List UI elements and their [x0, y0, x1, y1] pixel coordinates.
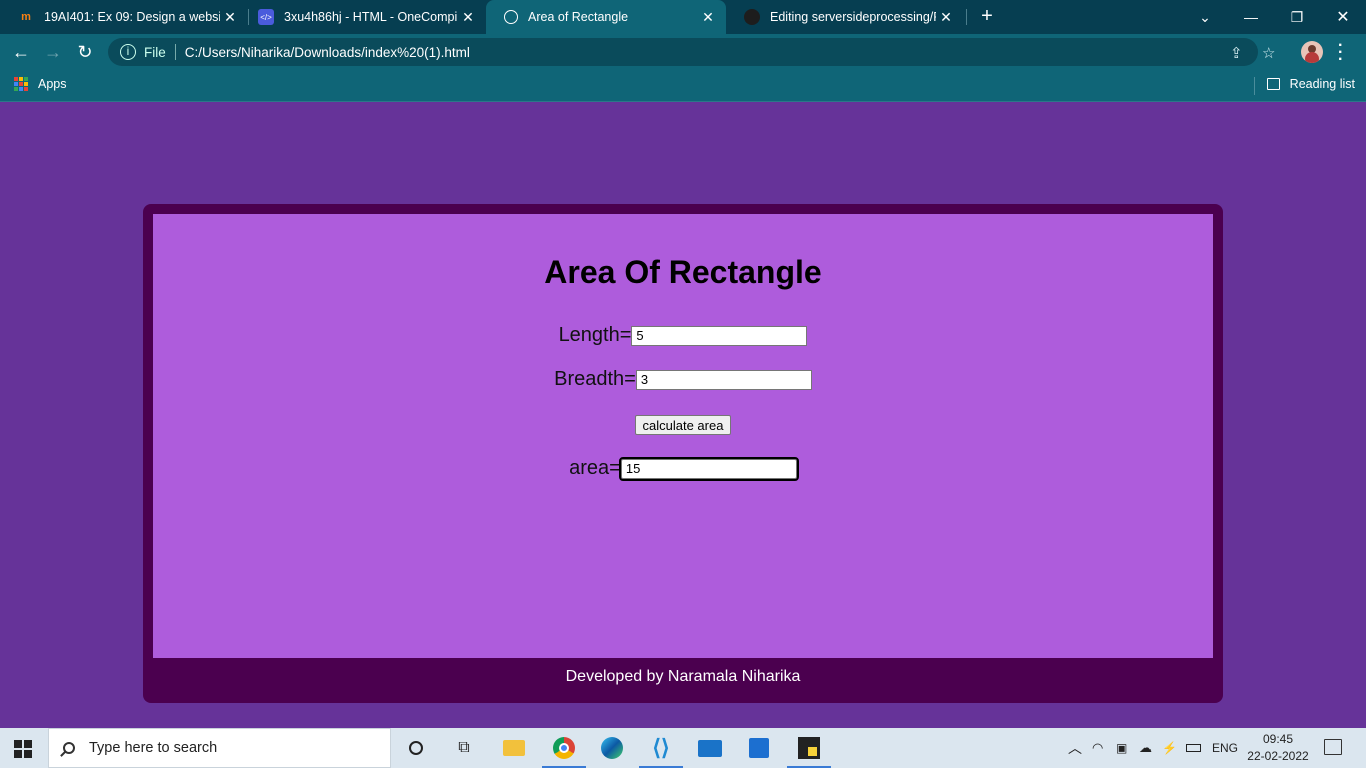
reading-list-button[interactable]: Reading list: [1266, 77, 1355, 91]
tab-moodle[interactable]: m 19AI401: Ex 09: Design a website ✕: [0, 0, 248, 34]
system-clock[interactable]: 09:45 22-02-2022: [1243, 731, 1313, 765]
windows-taskbar: Type here to search ⧉ ⟨⟩ ︿ ◠ ▣ ☁ ⚡ ENG 0…: [0, 728, 1366, 768]
onedrive-icon[interactable]: ☁: [1139, 728, 1152, 768]
close-icon[interactable]: ✕: [936, 9, 956, 26]
search-icon: [63, 742, 75, 754]
tab-title: 19AI401: Ex 09: Design a website: [44, 10, 220, 24]
mail-icon[interactable]: [686, 728, 734, 768]
cortana-icon[interactable]: [392, 728, 440, 768]
language-indicator[interactable]: ENG: [1212, 728, 1238, 768]
reading-list-icon: [1266, 78, 1280, 90]
notification-center-icon[interactable]: [1324, 739, 1342, 755]
chrome-icon[interactable]: [540, 728, 588, 768]
breadth-row: Breadth=: [153, 368, 1213, 391]
share-icon[interactable]: ⇪: [1230, 44, 1243, 62]
store-icon[interactable]: [735, 728, 783, 768]
apps-grid-icon: [14, 77, 28, 91]
scheme-label: File: [144, 44, 166, 60]
tab-title: Editing serversideprocessing/README: [770, 10, 936, 24]
reload-button[interactable]: ↻: [72, 40, 98, 64]
tab-search-chevron-icon[interactable]: ⌄: [1182, 0, 1228, 34]
windows-start-icon[interactable]: [14, 740, 32, 758]
tab-onecompiler[interactable]: </> 3xu4h86hj - HTML - OneCompiler ✕: [240, 0, 486, 34]
apps-shortcut[interactable]: Apps: [14, 77, 67, 91]
address-divider: [174, 44, 176, 60]
length-input[interactable]: [631, 325, 808, 346]
taskbar-search-box[interactable]: Type here to search: [48, 728, 391, 768]
forward-button[interactable]: →: [40, 40, 66, 64]
close-window-button[interactable]: ✕: [1320, 0, 1366, 34]
button-row: calculate area: [153, 415, 1213, 435]
minimize-button[interactable]: —: [1228, 0, 1274, 34]
tab-area-of-rectangle[interactable]: Area of Rectangle ✕: [486, 0, 726, 34]
tab-github[interactable]: Editing serversideprocessing/README ✕: [726, 0, 964, 34]
close-icon[interactable]: ✕: [698, 9, 718, 26]
new-tab-button[interactable]: +: [976, 5, 998, 27]
bookmarks-bar: Apps Reading list: [0, 70, 1366, 102]
tab-divider: [966, 9, 967, 25]
tab-title: Area of Rectangle: [528, 10, 629, 24]
task-view-icon[interactable]: ⧉: [440, 728, 488, 768]
tab-title: 3xu4h86hj - HTML - OneCompiler: [284, 10, 458, 24]
wifi-icon[interactable]: ◠: [1092, 728, 1103, 768]
length-row: Length=: [153, 324, 1213, 347]
browser-toolbar: ← → ↻ i File C:/Users/Niharika/Downloads…: [0, 34, 1366, 70]
sticky-notes-icon[interactable]: [785, 728, 833, 768]
footer-credit: Developed by Naramala Niharika: [565, 668, 801, 685]
power-settings-icon[interactable]: ⚡: [1162, 728, 1177, 768]
close-icon[interactable]: ✕: [220, 9, 240, 26]
star-icon[interactable]: ☆: [1262, 44, 1275, 62]
area-row: area=: [153, 456, 1213, 481]
bookmarks-divider: [1254, 77, 1255, 95]
onecompiler-icon: </>: [258, 9, 274, 25]
battery-icon[interactable]: [1186, 728, 1201, 768]
calculate-area-button[interactable]: calculate area: [634, 415, 732, 435]
breadth-input[interactable]: [635, 369, 812, 390]
clock-time: 09:45: [1262, 732, 1294, 746]
clock-date: 22-02-2022: [1247, 749, 1309, 763]
area-output[interactable]: [618, 456, 799, 481]
file-explorer-icon[interactable]: [490, 728, 538, 768]
page-viewport: Area Of Rectangle Length= Breadth= calcu…: [0, 103, 1366, 728]
close-icon[interactable]: ✕: [458, 9, 478, 26]
apps-label: Apps: [38, 77, 67, 91]
restore-button[interactable]: ❐: [1274, 0, 1320, 34]
length-label: Length=: [558, 324, 632, 346]
globe-icon: [504, 10, 518, 24]
github-icon: [744, 9, 760, 25]
main-container: Area Of Rectangle Length= Breadth= calcu…: [143, 204, 1223, 703]
address-bar[interactable]: i File C:/Users/Niharika/Downloads/index…: [108, 38, 1275, 66]
meet-now-icon[interactable]: ▣: [1116, 728, 1127, 768]
edge-icon[interactable]: [588, 728, 636, 768]
menu-icon[interactable]: · · ·: [1338, 38, 1343, 68]
search-placeholder: Type here to search: [89, 740, 218, 756]
show-hidden-icons[interactable]: ︿: [1068, 728, 1082, 768]
moodle-icon: m: [21, 11, 31, 23]
tab-strip: m 19AI401: Ex 09: Design a website ✕ </>…: [0, 0, 1366, 34]
page-title: Area Of Rectangle: [544, 254, 822, 290]
area-label: area=: [569, 457, 621, 479]
vscode-icon[interactable]: ⟨⟩: [637, 728, 685, 768]
reading-list-label: Reading list: [1289, 77, 1355, 91]
profile-avatar[interactable]: [1301, 41, 1323, 63]
url-text[interactable]: C:/Users/Niharika/Downloads/index%20(1).…: [185, 45, 470, 60]
back-button[interactable]: ←: [8, 40, 34, 64]
breadth-label: Breadth=: [554, 368, 636, 390]
info-icon[interactable]: i: [120, 44, 136, 60]
form-panel: Area Of Rectangle Length= Breadth= calcu…: [153, 214, 1213, 658]
